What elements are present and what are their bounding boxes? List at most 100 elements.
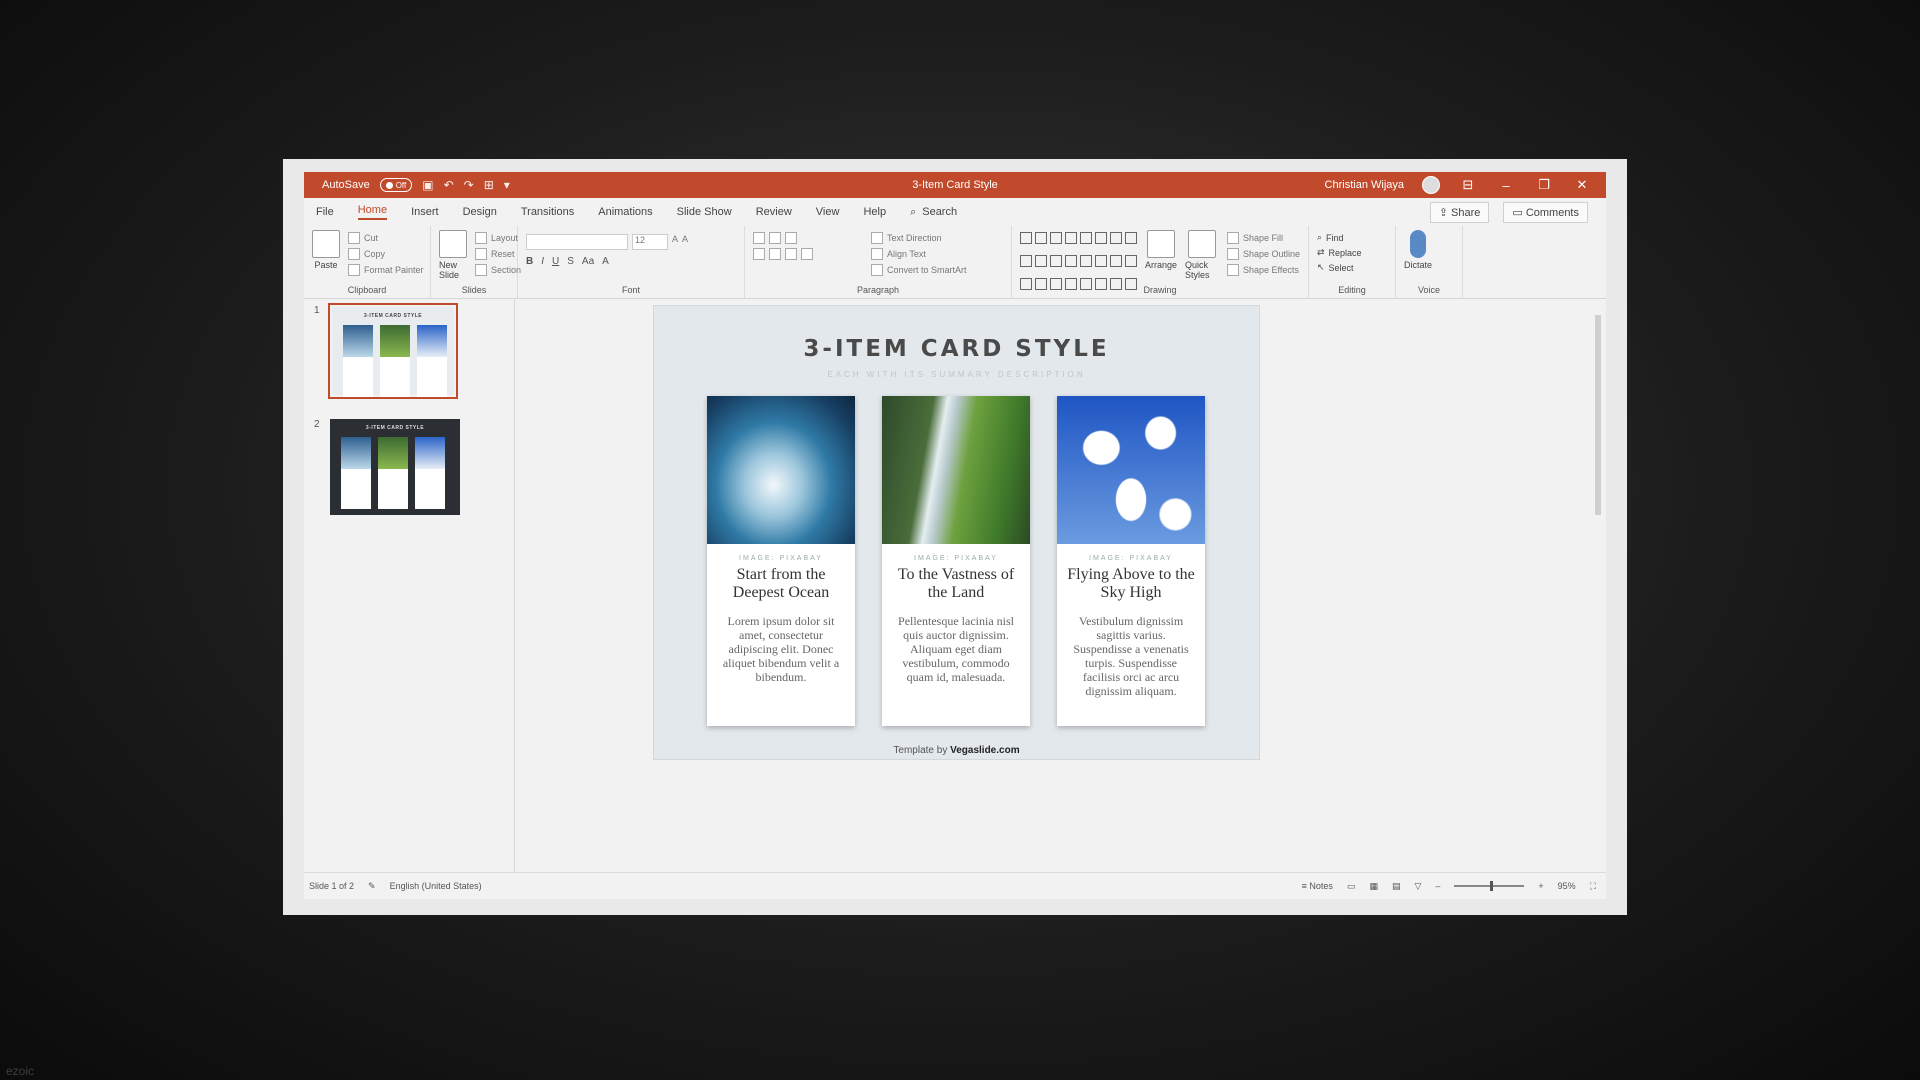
undo-icon[interactable]: ↶ <box>444 178 454 192</box>
copy-icon <box>348 248 360 260</box>
align-text-button[interactable]: Align Text <box>871 248 967 260</box>
italic-icon[interactable]: I <box>541 256 544 267</box>
section-button[interactable]: Section <box>475 264 521 276</box>
thumbnail-card <box>380 325 410 397</box>
tab-help[interactable]: Help <box>863 206 886 218</box>
slideshow-view-icon[interactable]: ▽ <box>1414 881 1421 892</box>
card-ocean[interactable]: IMAGE: PIXABAY Start from the Deepest Oc… <box>707 396 855 726</box>
card-land[interactable]: IMAGE: PIXABAY To the Vastness of the La… <box>882 396 1030 726</box>
card-title[interactable]: To the Vastness of the Land <box>890 566 1022 602</box>
shrink-font-icon[interactable]: A <box>682 234 688 250</box>
current-slide[interactable]: 3-ITEM CARD STYLE EACH WITH ITS SUMMARY … <box>653 305 1260 760</box>
strikethrough-icon[interactable]: S <box>567 256 574 267</box>
format-painter-button[interactable]: Format Painter <box>348 264 424 276</box>
card-title[interactable]: Flying Above to the Sky High <box>1065 566 1197 602</box>
notes-button[interactable]: ≡ Notes <box>1302 881 1333 891</box>
slide-title[interactable]: 3-ITEM CARD STYLE <box>654 336 1259 362</box>
card-body[interactable]: Pellentesque lacinia nisl quis auctor di… <box>892 614 1020 684</box>
grow-font-icon[interactable]: A <box>672 234 678 250</box>
tab-slide-show[interactable]: Slide Show <box>677 206 732 218</box>
card-body[interactable]: Vestibulum dignissim sagittis varius. Su… <box>1067 614 1195 698</box>
comment-icon: ▭ <box>1512 206 1526 219</box>
avatar[interactable] <box>1422 176 1440 194</box>
thumbnail-title: 3-ITEM CARD STYLE <box>365 425 425 431</box>
card-body[interactable]: Lorem ipsum dolor sit amet, consectetur … <box>717 614 845 684</box>
slide-sorter-icon[interactable]: ▦ <box>1369 881 1378 892</box>
card-sky[interactable]: IMAGE: PIXABAY Flying Above to the Sky H… <box>1057 396 1205 726</box>
smartart-button[interactable]: Convert to SmartArt <box>871 264 967 276</box>
replace-button[interactable]: ⇄ Replace <box>1317 247 1362 258</box>
align-icons[interactable] <box>753 248 863 260</box>
tab-design[interactable]: Design <box>463 206 497 218</box>
search-box[interactable]: ⌕ Search <box>910 206 957 219</box>
bullets-icon[interactable] <box>753 232 863 244</box>
scrollbar-thumb[interactable] <box>1595 315 1601 515</box>
thumbnail-number: 2 <box>314 419 320 430</box>
zoom-slider-knob[interactable] <box>1490 881 1494 891</box>
shape-outline-icon <box>1226 248 1239 260</box>
tab-insert[interactable]: Insert <box>411 206 439 218</box>
slide-thumbnail-2[interactable]: 3-ITEM CARD STYLE <box>330 419 460 515</box>
fit-to-window-icon[interactable]: ⛶ <box>1590 881 1596 892</box>
reading-view-icon[interactable]: ▤ <box>1392 881 1401 892</box>
font-name-input[interactable] <box>526 234 628 250</box>
text-direction-button[interactable]: Text Direction <box>871 232 967 244</box>
zoom-out-icon[interactable]: – <box>1435 881 1440 891</box>
thumbnail-number: 1 <box>314 305 320 316</box>
restore-icon[interactable]: ❐ <box>1534 177 1554 193</box>
tab-view[interactable]: View <box>816 206 840 218</box>
comments-label: Comments <box>1525 206 1579 219</box>
share-button[interactable]: ⇪ Share <box>1429 201 1490 223</box>
reset-button[interactable]: Reset <box>475 248 521 260</box>
tab-file[interactable]: File <box>316 206 334 218</box>
customize-toolbar-icon[interactable]: ▾ <box>504 178 510 192</box>
tab-review[interactable]: Review <box>756 206 792 218</box>
present-icon[interactable]: ⊞ <box>484 178 494 192</box>
tab-home[interactable]: Home <box>357 204 388 220</box>
card-title[interactable]: Start from the Deepest Ocean <box>715 566 847 602</box>
underline-icon[interactable]: U <box>552 256 559 267</box>
user-name[interactable]: Christian Wijaya <box>1325 179 1404 191</box>
zoom-level[interactable]: 95% <box>1558 881 1576 891</box>
shape-effects-button[interactable]: Shape Effects <box>1226 264 1300 276</box>
font-label: Font <box>621 285 640 295</box>
redo-icon[interactable]: ↷ <box>464 178 474 192</box>
shape-fill-button[interactable]: Shape Fill <box>1226 232 1300 244</box>
autosave-toggle[interactable]: Off <box>379 178 413 192</box>
bold-icon[interactable]: B <box>526 256 533 267</box>
spellcheck-icon[interactable]: ✎ <box>368 881 376 892</box>
select-icon: ↖ <box>1317 262 1325 272</box>
shape-outline-button[interactable]: Shape Outline <box>1226 248 1300 260</box>
workspace: 1 3-ITEM CARD STYLE 2 3-ITEM CARD STYLE <box>304 299 1606 873</box>
zoom-slider[interactable] <box>1454 881 1525 891</box>
find-button[interactable]: ⌕ Find <box>1317 232 1362 243</box>
comments-button[interactable]: ▭ Comments <box>1503 201 1588 223</box>
tab-transitions[interactable]: Transitions <box>521 206 574 218</box>
zoom-in-icon[interactable]: + <box>1538 881 1543 891</box>
editing-group: ⌕ Find ⇄ Replace ↖ Select Editing <box>1309 226 1396 298</box>
font-color-icon[interactable]: A <box>602 256 609 267</box>
language-status[interactable]: English (United States) <box>390 881 482 891</box>
dictate-label: Dictate <box>1404 260 1433 270</box>
select-button[interactable]: ↖ Select <box>1317 262 1362 273</box>
save-icon[interactable]: ▣ <box>422 178 433 192</box>
minimize-icon[interactable]: – <box>1496 178 1516 193</box>
change-case-icon[interactable]: Aa <box>582 256 594 267</box>
slide-canvas[interactable]: 3-ITEM CARD STYLE EACH WITH ITS SUMMARY … <box>515 299 1606 873</box>
vertical-scrollbar[interactable] <box>1594 305 1602 765</box>
shape-fill-label: Shape Fill <box>1242 233 1283 243</box>
font-size-input[interactable]: 12 <box>632 234 668 250</box>
paragraph-group: Text Direction Align Text Convert to Sma… <box>745 226 1012 298</box>
slide-subtitle[interactable]: EACH WITH ITS SUMMARY DESCRIPTION <box>654 370 1259 379</box>
copy-button[interactable]: Copy <box>348 248 424 260</box>
slide-thumbnail-1[interactable]: 3-ITEM CARD STYLE <box>328 303 458 399</box>
normal-view-icon[interactable]: ▭ <box>1347 881 1356 892</box>
editing-label: Editing <box>1338 285 1366 295</box>
close-icon[interactable]: ✕ <box>1572 177 1592 193</box>
ribbon-display-icon[interactable]: ⊟ <box>1458 177 1478 193</box>
tab-animations[interactable]: Animations <box>598 206 652 218</box>
microphone-icon <box>1410 230 1426 258</box>
layout-button[interactable]: Layout <box>475 232 521 244</box>
cut-button[interactable]: Cut <box>348 232 424 244</box>
image-credit: IMAGE: PIXABAY <box>739 555 823 562</box>
